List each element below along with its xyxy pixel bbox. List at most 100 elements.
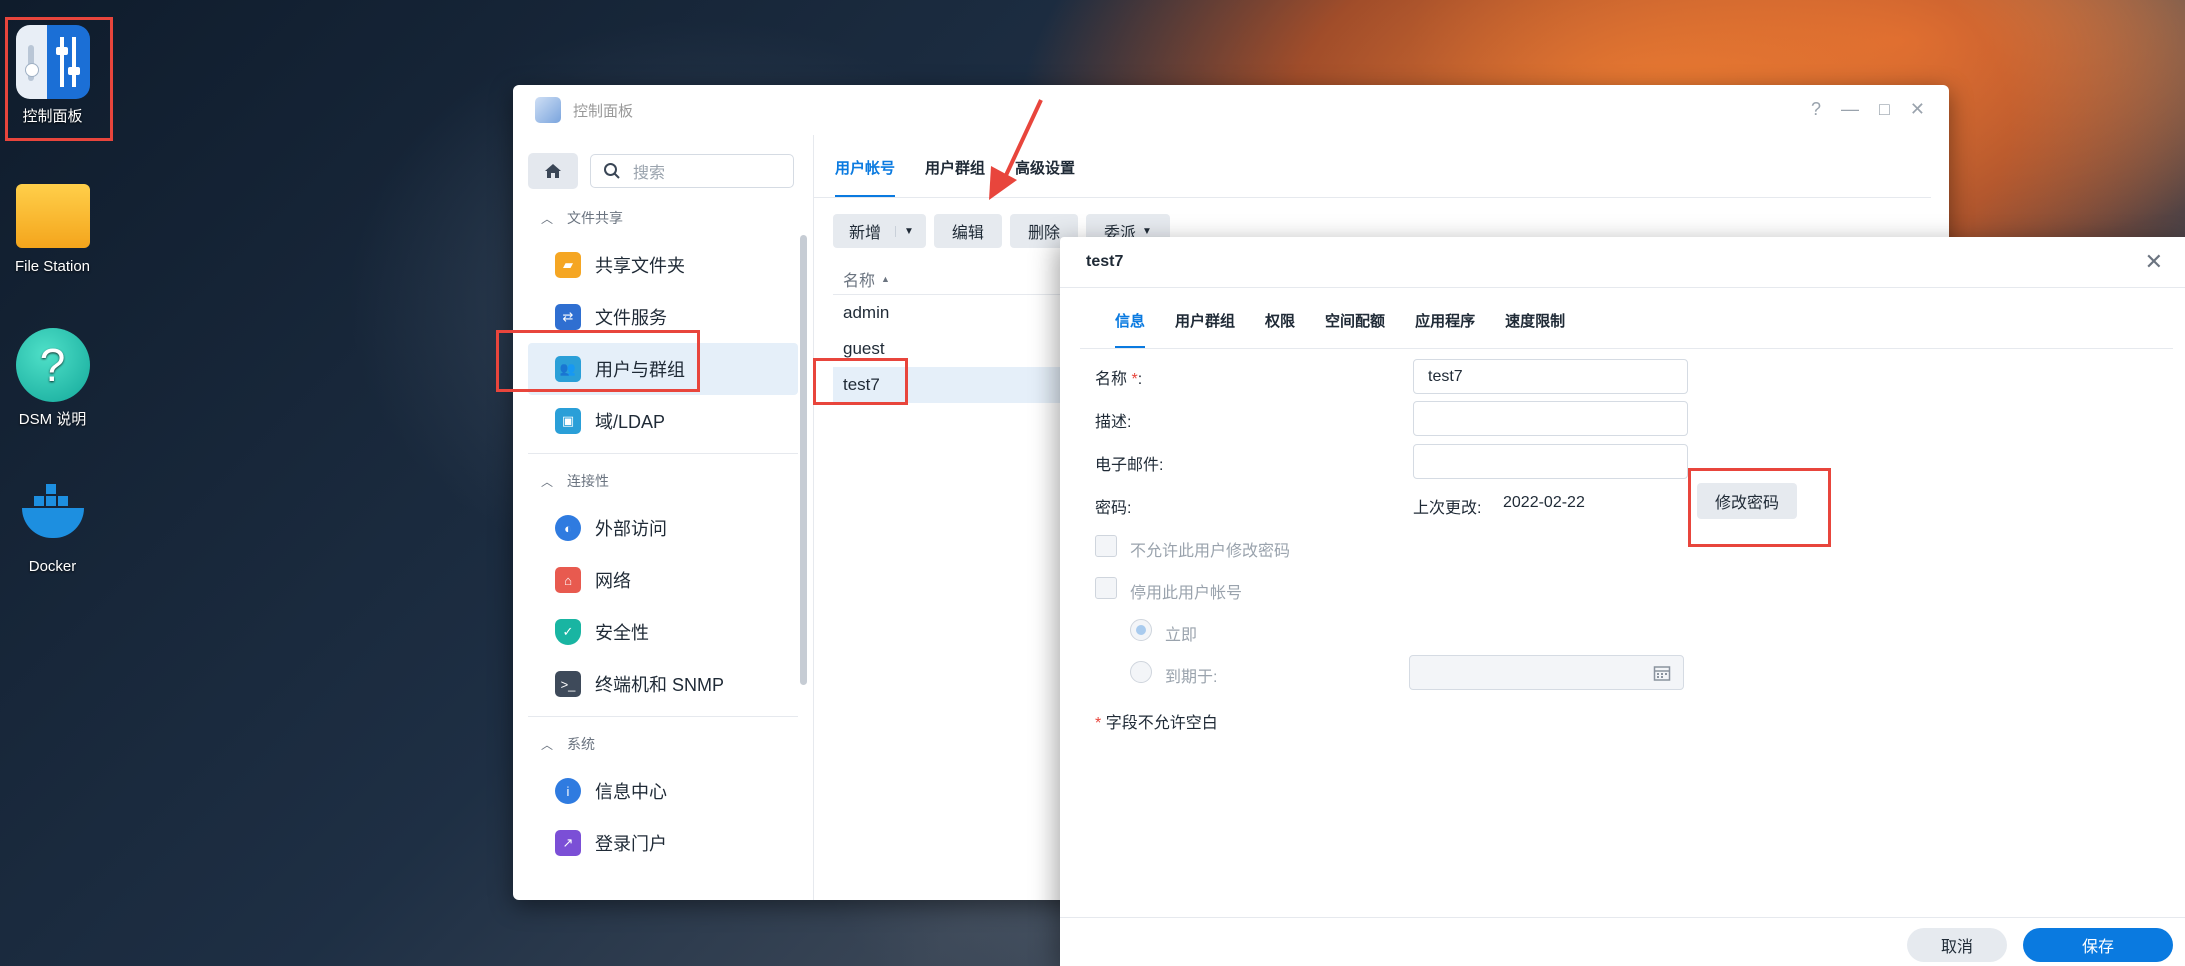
section-connectivity[interactable]: ︿ 连接性 xyxy=(513,460,813,502)
sidebar-item-label: 登录门户 xyxy=(595,834,667,854)
divider xyxy=(528,453,798,454)
window-title: 控制面板 xyxy=(573,102,634,120)
sidebar-item-label: 终端机和 SNMP xyxy=(595,675,725,695)
shared-folder-icon: ▰ xyxy=(555,252,581,278)
tab-permissions[interactable]: 权限 xyxy=(1265,310,1295,348)
dialog-title: test7 xyxy=(1060,237,2185,288)
sidebar-item-file-services[interactable]: ⇄ 文件服务 xyxy=(528,291,798,343)
sidebar-item-label: 安全性 xyxy=(595,623,649,643)
email-field[interactable] xyxy=(1413,444,1688,479)
name-label-text: 名称 xyxy=(1095,371,1128,388)
sidebar-item-user-group[interactable]: 👥 用户与群组 xyxy=(528,343,798,395)
required-asterisk: * xyxy=(1131,371,1138,388)
external-access-icon: ◐ xyxy=(555,515,581,541)
sidebar-item-label: 外部访问 xyxy=(595,519,667,539)
sidebar-item-network[interactable]: ⌂ 网络 xyxy=(528,554,798,606)
sidebar-item-label: 用户与群组 xyxy=(595,360,685,380)
edit-button[interactable]: 编辑 xyxy=(933,214,1002,248)
calendar-icon[interactable] xyxy=(1653,664,1671,682)
dialog-footer: 取消 保存 xyxy=(1060,917,2185,966)
desktop-icon-label: File Station xyxy=(14,258,91,275)
tab-quota[interactable]: 空间配额 xyxy=(1325,310,1385,348)
tab-applications[interactable]: 应用程序 xyxy=(1415,310,1475,348)
expire-on-label: 到期于: xyxy=(1165,669,1218,686)
add-button[interactable]: 新增 ▼ xyxy=(833,214,926,248)
tab-user-groups[interactable]: 用户群组 xyxy=(1175,310,1235,348)
expire-on-radio[interactable] xyxy=(1130,661,1152,683)
minimize-icon[interactable]: — xyxy=(1841,99,1859,120)
change-password-button[interactable]: 修改密码 xyxy=(1697,483,1797,519)
arrow-annotation-icon xyxy=(989,99,1043,200)
main-tabs: 用户帐号 用户群组 高级设置 xyxy=(813,135,1931,198)
edit-user-dialog: test7 ✕ 信息 用户群组 权限 空间配额 应用程序 速度限制 名称 *: … xyxy=(1060,237,2185,966)
help-icon: ? xyxy=(15,328,90,402)
name-field[interactable]: test7 xyxy=(1413,359,1688,394)
login-portal-icon: ↗ xyxy=(555,830,581,856)
search-placeholder: 搜索 xyxy=(633,165,666,182)
description-field[interactable] xyxy=(1413,401,1688,436)
desktop-icon-file-station[interactable]: File Station xyxy=(0,178,105,275)
caret-down-icon[interactable]: ▼ xyxy=(895,225,914,237)
required-note: * 字段不允许空白 xyxy=(1095,709,1218,733)
desktop-icon-docker[interactable]: Docker xyxy=(0,478,105,575)
section-label: 连接性 xyxy=(567,473,610,489)
disallow-pw-change-checkbox[interactable] xyxy=(1095,535,1117,557)
section-system[interactable]: ︿ 系统 xyxy=(513,723,813,765)
disable-account-label: 停用此用户帐号 xyxy=(1130,585,1243,602)
search-icon xyxy=(604,163,620,179)
desktop-icon-dsm-help[interactable]: ? DSM 说明 xyxy=(0,328,105,429)
search-input[interactable]: 搜索 xyxy=(590,154,794,188)
tab-speed-limit[interactable]: 速度限制 xyxy=(1505,310,1565,348)
dialog-tabs: 信息 用户群组 权限 空间配额 应用程序 速度限制 xyxy=(1080,288,2173,349)
immediately-radio[interactable] xyxy=(1130,619,1152,641)
sidebar-scrollbar[interactable] xyxy=(800,235,807,685)
required-asterisk: * xyxy=(1095,715,1102,732)
password-label: 密码: xyxy=(1095,500,1132,517)
close-icon[interactable]: ✕ xyxy=(1910,99,1925,120)
home-button[interactable] xyxy=(528,153,578,189)
sidebar: 搜索 ︿ 文件共享 ▰ 共享文件夹 ⇄ 文件服务 👥 用户与群组 ▣ 域/LDA… xyxy=(513,135,814,900)
sidebar-item-terminal-snmp[interactable]: >_ 终端机和 SNMP xyxy=(528,658,798,710)
domain-ldap-icon: ▣ xyxy=(555,408,581,434)
network-home-icon: ⌂ xyxy=(555,567,581,593)
email-label: 电子邮件: xyxy=(1095,457,1164,474)
sidebar-item-shared-folder[interactable]: ▰ 共享文件夹 xyxy=(528,239,798,291)
cancel-button[interactable]: 取消 xyxy=(1907,928,2007,962)
sidebar-item-security[interactable]: ✓ 安全性 xyxy=(528,606,798,658)
section-file-sharing[interactable]: ︿ 文件共享 xyxy=(513,197,813,239)
help-icon[interactable]: ? xyxy=(1811,99,1821,120)
sidebar-item-label: 信息中心 xyxy=(595,782,667,802)
close-icon[interactable]: ✕ xyxy=(2145,249,2163,275)
section-label: 系统 xyxy=(567,736,596,752)
terminal-icon: >_ xyxy=(555,671,581,697)
maximize-icon[interactable]: □ xyxy=(1879,99,1890,120)
home-icon xyxy=(545,164,561,178)
sidebar-item-external-access[interactable]: ◐ 外部访问 xyxy=(528,502,798,554)
sidebar-item-login-portal[interactable]: ↗ 登录门户 xyxy=(528,817,798,869)
disable-account-checkbox[interactable] xyxy=(1095,577,1117,599)
expire-date-field[interactable] xyxy=(1409,655,1684,690)
last-changed-label: 上次更改: xyxy=(1413,500,1482,517)
shield-check-icon: ✓ xyxy=(555,619,581,645)
folder-icon xyxy=(15,184,90,248)
tab-user-accounts[interactable]: 用户帐号 xyxy=(835,157,896,197)
sidebar-item-label: 网络 xyxy=(595,571,631,591)
tab-info[interactable]: 信息 xyxy=(1115,310,1146,348)
desktop-icon-control-panel[interactable]: 控制面板 xyxy=(0,25,105,126)
sidebar-item-label: 共享文件夹 xyxy=(595,256,685,276)
divider xyxy=(528,716,798,717)
desktop-icon-label: Docker xyxy=(28,558,77,575)
chevron-up-icon: ︿ xyxy=(541,211,554,226)
control-panel-icon xyxy=(15,25,90,99)
users-icon: 👥 xyxy=(555,356,581,382)
window-title-bar: 控制面板 xyxy=(513,85,1949,135)
tab-user-groups[interactable]: 用户群组 xyxy=(925,157,985,197)
sidebar-item-domain-ldap[interactable]: ▣ 域/LDAP xyxy=(528,395,798,447)
save-button[interactable]: 保存 xyxy=(2023,928,2173,962)
desktop-icon-label: 控制面板 xyxy=(22,108,83,125)
section-label: 文件共享 xyxy=(567,210,624,226)
chevron-up-icon: ︿ xyxy=(541,737,554,752)
required-note-text: 字段不允许空白 xyxy=(1105,715,1218,732)
sidebar-item-info-center[interactable]: i 信息中心 xyxy=(528,765,798,817)
disallow-pw-change-label: 不允许此用户修改密码 xyxy=(1130,543,1291,560)
